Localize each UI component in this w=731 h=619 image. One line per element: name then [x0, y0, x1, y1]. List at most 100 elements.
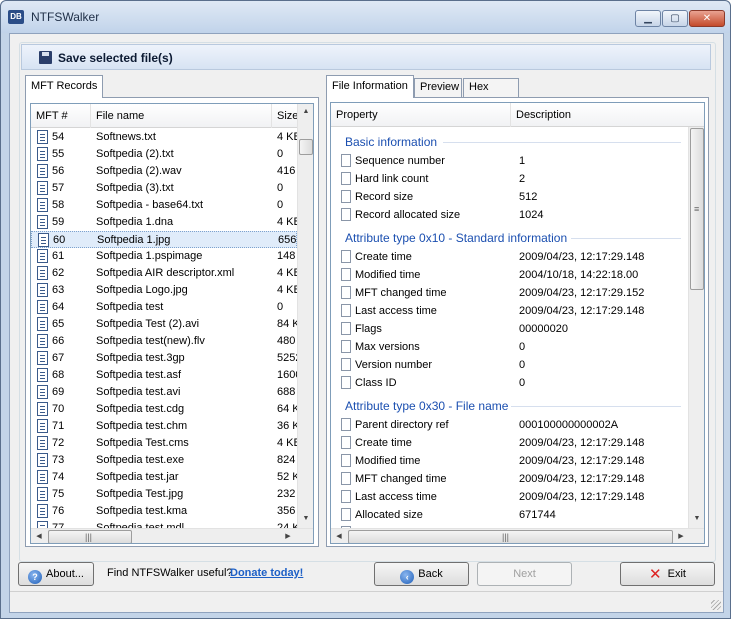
section-title: Attribute type 0x30 - File name: [345, 399, 509, 413]
table-row[interactable]: 62 Softpedia AIR descriptor.xml 4 KB: [31, 265, 299, 282]
mft-list-vertical-scrollbar[interactable]: ▲ ▼: [297, 104, 313, 528]
list-item[interactable]: Create time 2009/04/23, 12:17:29.148: [331, 435, 687, 452]
column-header-mft-number[interactable]: MFT #: [31, 104, 91, 128]
table-row[interactable]: 59 Softpedia 1.dna 4 KB: [31, 214, 299, 231]
info-vertical-thumb[interactable]: ≡: [690, 128, 704, 290]
list-item[interactable]: MFT changed time 2009/04/23, 12:17:29.148: [331, 471, 687, 488]
tab-mft-records[interactable]: MFT Records: [25, 75, 104, 98]
document-icon: [341, 418, 351, 431]
size-cell: 1600: [277, 369, 299, 381]
list-item[interactable]: Sequence number 1: [331, 153, 687, 170]
table-row[interactable]: 76 Softpedia test.kma 356 I: [31, 503, 299, 520]
table-row[interactable]: 65 Softpedia Test (2).avi 84 KI: [31, 316, 299, 333]
column-header-description[interactable]: Description: [511, 103, 704, 127]
column-header-size[interactable]: Size: [272, 104, 299, 128]
donate-link[interactable]: Donate today!: [230, 567, 303, 579]
table-row[interactable]: 69 Softpedia test.avi 688 I: [31, 384, 299, 401]
list-item[interactable]: Record size 512: [331, 189, 687, 206]
table-row[interactable]: 70 Softpedia test.cdg 64 KI: [31, 401, 299, 418]
description-cell: 2009/04/23, 12:17:29.148: [519, 437, 645, 449]
document-icon: [341, 268, 351, 281]
next-button[interactable]: Next: [477, 562, 572, 586]
table-row[interactable]: 66 Softpedia test(new).flv 480 I: [31, 333, 299, 350]
mft-list-vertical-thumb[interactable]: [299, 139, 313, 155]
scroll-right-icon[interactable]: ▶: [280, 529, 296, 543]
save-selected-files-button[interactable]: Save selected file(s): [21, 44, 711, 70]
table-row[interactable]: 57 Softpedia (3).txt 0: [31, 180, 297, 197]
info-horizontal-thumb[interactable]: |||: [348, 530, 673, 543]
list-item[interactable]: Last access time 2009/04/23, 12:17:29.148: [331, 489, 687, 506]
table-row[interactable]: 72 Softpedia Test.cms 4 KB: [31, 435, 299, 452]
table-row[interactable]: 54 Softnews.txt 4 KB: [31, 129, 299, 146]
info-horizontal-scrollbar[interactable]: ◀ ||| ▶: [331, 528, 704, 543]
info-vertical-scrollbar[interactable]: ≡ ▼: [688, 127, 704, 528]
file-icon: [37, 300, 48, 314]
description-cell: 2004/10/18, 14:22:18.00: [519, 269, 639, 281]
property-cell: Create time: [355, 251, 412, 263]
size-cell: 824 I: [277, 454, 299, 466]
maximize-button[interactable]: ▢: [662, 10, 688, 27]
mft-list-horizontal-thumb[interactable]: |||: [48, 530, 132, 543]
table-row[interactable]: 75 Softpedia Test.jpg 232 I: [31, 486, 299, 503]
scroll-up-icon[interactable]: ▲: [298, 104, 313, 120]
file-icon: [38, 233, 49, 247]
list-item[interactable]: Parent directory ref 000100000000002A: [331, 417, 687, 434]
list-item[interactable]: Flags 00000020: [331, 321, 687, 338]
list-item[interactable]: Hard link count 2: [331, 171, 687, 188]
title-bar[interactable]: DB NTFSWalker ▁ ▢ ✕: [1, 1, 730, 33]
mft-number-cell: 70: [52, 403, 65, 415]
list-item[interactable]: Version number 0: [331, 357, 687, 374]
list-item[interactable]: Create time 2009/04/23, 12:17:29.148: [331, 249, 687, 266]
mft-list-horizontal-scrollbar[interactable]: ◀ ||| ▶: [31, 528, 313, 543]
table-row[interactable]: 73 Softpedia test.exe 824 I: [31, 452, 299, 469]
table-row[interactable]: 58 Softpedia - base64.txt 0: [31, 197, 297, 214]
file-name-cell: Softpedia test.3gp: [96, 352, 185, 364]
property-cell: Create time: [355, 437, 412, 449]
table-row[interactable]: 68 Softpedia test.asf 1600: [31, 367, 299, 384]
tab-file-information[interactable]: File Information: [326, 75, 414, 98]
list-item[interactable]: Modified time 2009/04/23, 12:17:29.148: [331, 453, 687, 470]
mft-number-cell: 71: [52, 420, 65, 432]
document-icon: [341, 340, 351, 353]
scroll-left-icon[interactable]: ◀: [331, 529, 347, 543]
tab-hex-data[interactable]: Hex Data: [463, 78, 519, 110]
file-icon: [37, 504, 48, 518]
mft-records-list[interactable]: MFT # File name Size 54 Softnews.txt 4 KB 5…: [30, 103, 314, 544]
table-row[interactable]: 63 Softpedia Logo.jpg 4 KB: [31, 282, 299, 299]
document-icon: [341, 208, 351, 221]
list-item[interactable]: Allocated size 671744: [331, 507, 687, 524]
list-item[interactable]: MFT changed time 2009/04/23, 12:17:29.152: [331, 285, 687, 302]
section-divider: [571, 238, 681, 239]
file-information-list[interactable]: Property Description Basic information Se…: [330, 102, 705, 544]
minimize-button[interactable]: ▁: [635, 10, 661, 27]
scroll-left-icon[interactable]: ◀: [31, 529, 47, 543]
list-item[interactable]: Max versions 0: [331, 339, 687, 356]
list-item[interactable]: Class ID 0: [331, 375, 687, 392]
table-row[interactable]: 71 Softpedia test.chm 36 KI: [31, 418, 299, 435]
table-row[interactable]: 56 Softpedia (2).wav 416 I: [31, 163, 299, 180]
scroll-down-icon[interactable]: ▼: [689, 511, 704, 527]
resize-grip-icon[interactable]: [711, 600, 721, 610]
table-row[interactable]: 64 Softpedia test 0: [31, 299, 297, 316]
column-header-file-name[interactable]: File name: [91, 104, 272, 128]
table-row[interactable]: 61 Softpedia 1.pspimage 148 I: [31, 248, 299, 265]
close-button[interactable]: ✕: [689, 10, 725, 27]
back-button[interactable]: ‹ Back: [374, 562, 469, 586]
about-label: About...: [46, 568, 84, 580]
table-row[interactable]: 74 Softpedia test.jar 52 KI: [31, 469, 299, 486]
section-title: Basic information: [345, 135, 438, 149]
list-item[interactable]: Last access time 2009/04/23, 12:17:29.148: [331, 303, 687, 320]
table-row[interactable]: 60Softpedia 1.jpg656 I: [31, 231, 300, 248]
table-row[interactable]: 55 Softpedia (2).txt 0: [31, 146, 297, 163]
scroll-right-icon[interactable]: ▶: [673, 529, 689, 543]
list-item[interactable]: Modified time 2004/10/18, 14:22:18.00: [331, 267, 687, 284]
document-icon: [341, 508, 351, 521]
column-header-property[interactable]: Property: [331, 103, 511, 127]
mft-number-cell: 74: [52, 471, 65, 483]
tab-preview[interactable]: Preview: [414, 78, 462, 97]
about-button[interactable]: ? About...: [18, 562, 94, 586]
exit-button[interactable]: ✕ Exit: [620, 562, 715, 586]
list-item[interactable]: Record allocated size 1024: [331, 207, 687, 224]
scroll-down-icon[interactable]: ▼: [298, 511, 313, 527]
table-row[interactable]: 67 Softpedia test.3gp 5252: [31, 350, 299, 367]
